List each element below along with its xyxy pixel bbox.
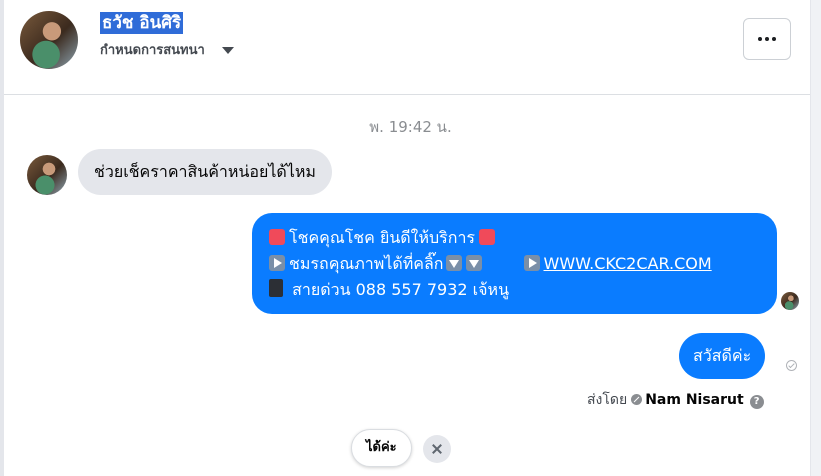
anger-emoji-icon (269, 229, 285, 245)
message-line-1-text: โชคคุณโชค ยินดีให้บริการ (289, 228, 476, 247)
sender-avatar[interactable] (27, 155, 67, 195)
sent-by-info: ส่งโดย Nam Nisarut? (587, 391, 764, 409)
caret-down-icon[interactable] (222, 47, 234, 54)
more-dots-icon (758, 37, 762, 41)
mobile-phone-emoji-icon (269, 279, 283, 297)
down-arrow-emoji-icon (445, 255, 462, 271)
message-line-2: ชมรถคุณภาพได้ที่คลิ๊ก WWW.CKC2CAR.COM (269, 251, 761, 277)
more-dots-icon-3 (772, 37, 776, 41)
sent-by-label: ส่งโดย (587, 392, 628, 408)
contact-name[interactable]: ธวัช อินศิริ (100, 12, 184, 34)
more-dots-icon-2 (765, 37, 769, 41)
message-timestamp: พ. 19:42 น. (369, 118, 452, 136)
quick-reply-button[interactable]: ได้ค่ะ (351, 429, 412, 467)
play-button-emoji-icon (523, 255, 540, 271)
theme-dropdown-label[interactable]: กำหนดการสนทนา (100, 43, 205, 59)
message-line-3: สายด่วน 088 557 7932 เจ้หนู (269, 277, 761, 303)
incoming-message-bubble[interactable]: ช่วยเช็คราคาสินค้าหน่อยได้ไหม (78, 149, 332, 195)
contact-avatar[interactable] (20, 11, 78, 69)
message-line-2-text: ชมรถคุณภาพได้ที่คลิ๊ก (289, 254, 444, 273)
more-options-button[interactable] (743, 18, 791, 60)
anger-emoji-icon (479, 229, 496, 245)
page-user-icon (631, 394, 643, 405)
help-icon[interactable]: ? (749, 395, 764, 409)
message-line-1: โชคคุณโชค ยินดีให้บริการ (269, 225, 761, 251)
sender-name: Nam Nisarut (645, 392, 744, 408)
down-arrow-emoji-icon (465, 255, 482, 271)
seen-indicator-avatar (781, 292, 799, 310)
sent-check-icon (786, 360, 797, 371)
scrollbar[interactable] (810, 0, 821, 476)
website-link[interactable]: WWW.CKC2CAR.COM (544, 254, 712, 273)
conversation-header: ธวัช อินศิริ กำหนดการสนทนา (4, 0, 810, 95)
reply-message-bubble[interactable]: สวัสดีค่ะ (679, 333, 766, 379)
outgoing-message-bubble[interactable]: โชคคุณโชค ยินดีให้บริการ ชมรถคุณภาพได้ที… (252, 213, 777, 314)
message-line-3-text: สายด่วน 088 557 7932 เจ้หนู (292, 280, 509, 299)
dismiss-quick-reply-button[interactable] (423, 435, 451, 463)
play-button-emoji-icon (269, 255, 285, 271)
